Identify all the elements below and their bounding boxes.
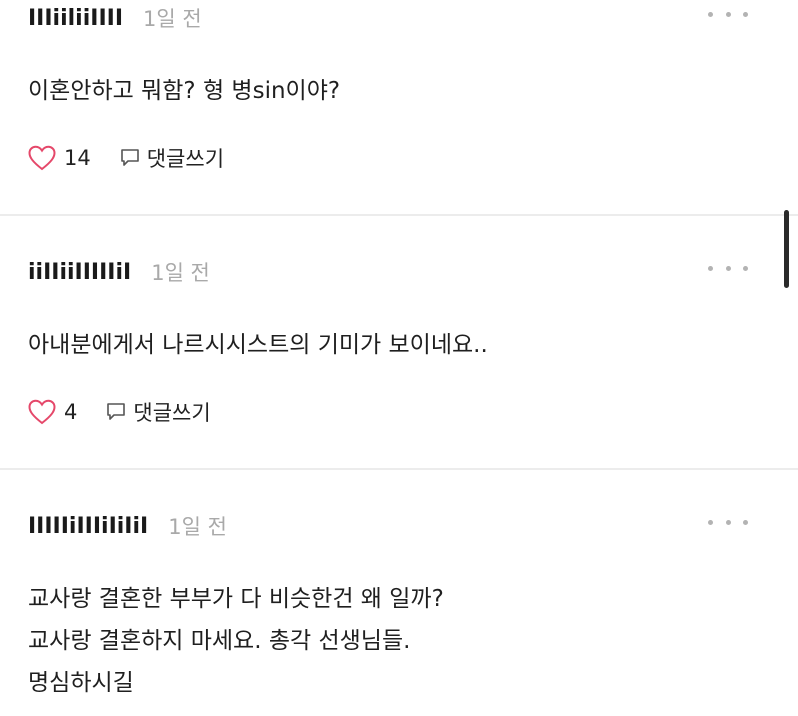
heart-outline-icon [28, 399, 56, 425]
more-dot [725, 519, 731, 525]
comment-time: 1일 전 [168, 515, 227, 539]
speech-bubble-icon [107, 403, 126, 420]
comment-text: 아내분에게서 나르시시스트의 기미가 보이네요.. [28, 332, 488, 358]
more-dot [725, 265, 731, 271]
more-options-button[interactable] [708, 4, 748, 24]
like-count: 4 [64, 400, 78, 424]
comment-actions: 14 댓글쓰기 [28, 143, 224, 173]
reply-button[interactable]: 댓글쓰기 [105, 397, 211, 427]
comment-divider [0, 214, 798, 216]
more-options-button[interactable] [708, 512, 748, 532]
comment-header: IIIiiliiIIII 1일 전 [28, 2, 202, 34]
author-name[interactable]: IIIIIiIIIiIiIiI [28, 514, 148, 539]
like-button[interactable]: 4 [28, 399, 77, 425]
more-dots-icon [708, 265, 713, 271]
reply-button[interactable]: 댓글쓰기 [119, 143, 224, 173]
comment-header: iiIIiiIIIIIiI 1일 전 [28, 256, 210, 288]
like-count: 14 [64, 146, 91, 170]
comment-time: 1일 전 [143, 7, 202, 31]
comment-text: 교사랑 결혼한 부부가 다 비슷한건 왜 일까? 교사랑 결혼하지 마세요. 총… [28, 586, 444, 696]
more-dot [743, 11, 748, 17]
comment-actions: 4 댓글쓰기 [28, 397, 211, 427]
comment-header: IIIIIiIIIiIiIiI 1일 전 [28, 510, 227, 542]
more-dots-icon [708, 11, 713, 17]
heart-outline-icon [28, 145, 56, 171]
like-button[interactable]: 14 [28, 145, 91, 171]
reply-label: 댓글쓰기 [133, 401, 211, 425]
more-dot [743, 519, 748, 525]
reply-label: 댓글쓰기 [146, 147, 225, 171]
more-options-button[interactable] [708, 258, 748, 278]
comment-time: 1일 전 [151, 261, 210, 285]
scrollbar[interactable] [784, 210, 789, 288]
more-dots-icon [708, 519, 713, 525]
speech-bubble-icon [120, 149, 139, 166]
author-name[interactable]: IIIiiliiIIII [28, 6, 123, 31]
more-dot [725, 11, 731, 17]
more-dot [743, 265, 748, 271]
comment-divider [0, 468, 798, 470]
comment-text: 이혼안하고 뭐함? 형 병sin이야? [28, 78, 341, 104]
author-name[interactable]: iiIIiiIIIIIiI [28, 260, 131, 285]
